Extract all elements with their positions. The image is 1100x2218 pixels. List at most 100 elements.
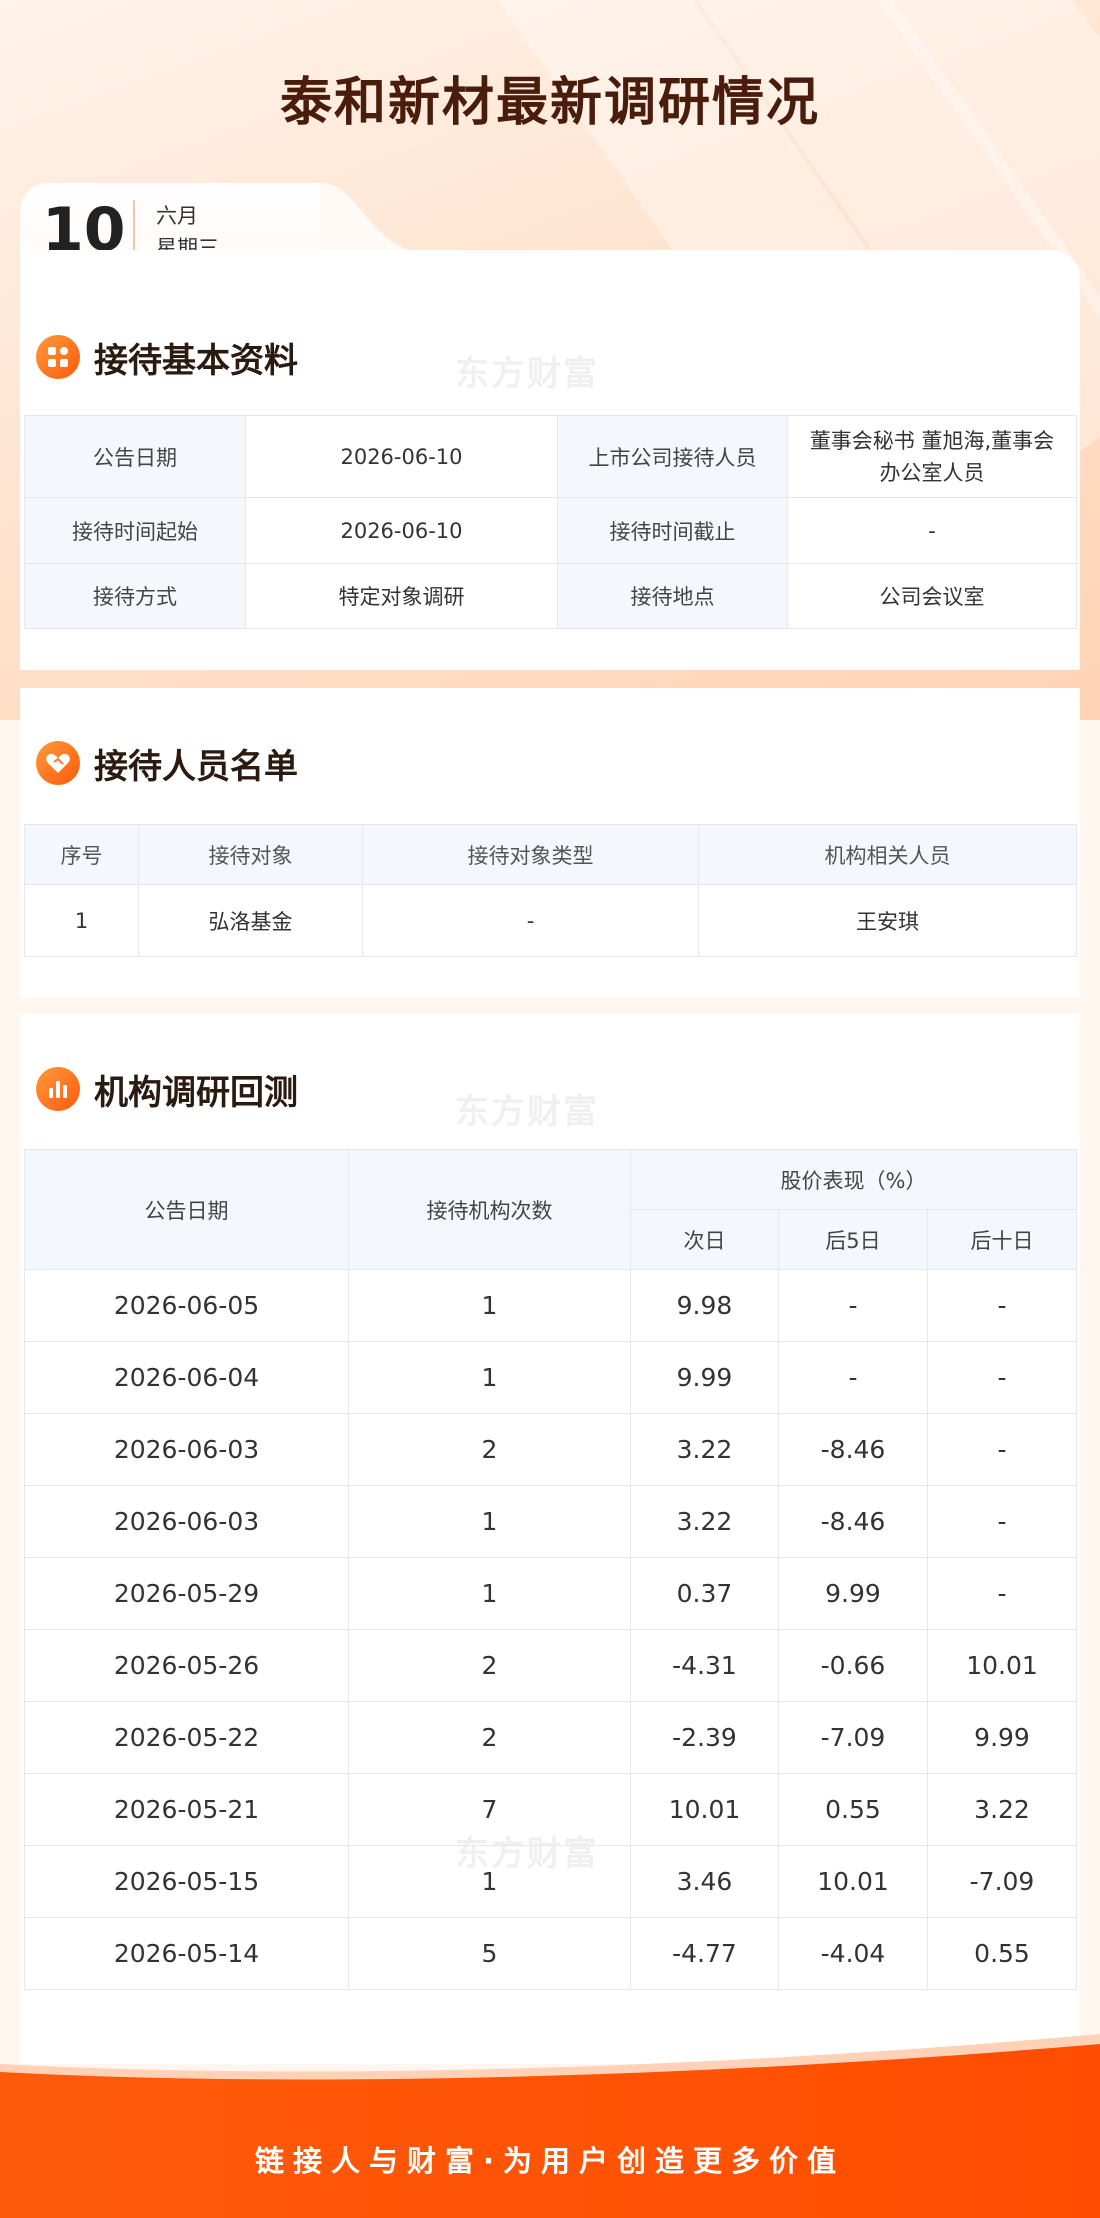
table-row: 2026-05-22 2 -2.39 -7.09 9.99 [24, 1701, 1078, 1774]
backtest-card: 机构调研回测 东方财富 东方财富 公告日期 接待机构次数 股价表现（%） 次日 … [20, 1014, 1080, 2064]
cell-date: 2026-06-04 [24, 1341, 349, 1414]
col-institution-person: 机构相关人员 [698, 824, 1077, 885]
footer-banner [0, 2034, 1100, 2218]
value-start-time: 2026-06-10 [245, 497, 558, 564]
cell-next-day: 10.01 [630, 1773, 779, 1846]
cell-after-5-days: -8.46 [778, 1485, 928, 1558]
value-reception-method: 特定对象调研 [245, 563, 558, 629]
cell-date: 2026-05-15 [24, 1845, 349, 1918]
table-row: 接待方式 特定对象调研 接待地点 公司会议室 [24, 563, 1077, 629]
cell-after-5-days: 0.55 [778, 1773, 928, 1846]
staff-list-title: 接待人员名单 [94, 746, 298, 787]
cell-next-day: 0.37 [630, 1557, 779, 1630]
page-title: 泰和新材最新调研情况 [279, 73, 820, 133]
label-reception-staff: 上市公司接待人员 [557, 415, 788, 498]
table-row: 2026-06-05 1 9.98- - [24, 1269, 1078, 1342]
watermark: 东方财富 [455, 1092, 599, 1132]
cell-index: 1 [24, 884, 139, 957]
table-row: 2026-05-26 2 -4.31 -0.66 10.01 [24, 1629, 1078, 1702]
col-visitor-type: 接待对象类型 [362, 824, 699, 885]
cell-after-5-days: - [778, 1269, 928, 1342]
cell-next-day: 3.22 [630, 1413, 779, 1486]
basic-info-card: 接待基本资料 东方财富 公告日期 2026-06-10 上市公司接待人员 董事会… [20, 250, 1080, 670]
cell-date: 2026-05-22 [24, 1701, 349, 1774]
label-announce-date: 公告日期 [24, 415, 246, 498]
cell-count: 1 [348, 1269, 631, 1342]
cell-count: 1 [348, 1845, 631, 1918]
cell-date: 2026-05-21 [24, 1773, 349, 1846]
table-row: 2026-05-29 1 0.37 9.99- [24, 1557, 1078, 1630]
value-reception-staff: 董事会秘书 董旭海,董事会办公室人员 [787, 415, 1077, 498]
cell-date: 2026-05-14 [24, 1917, 349, 1990]
cell-date: 2026-05-26 [24, 1629, 349, 1702]
cell-after-10-days: - [926, 1413, 1078, 1486]
staff-list-header: 接待人员名单 [36, 738, 298, 788]
basic-info-title: 接待基本资料 [94, 340, 298, 381]
cell-date: 2026-06-03 [24, 1485, 349, 1558]
backtest-header: 机构调研回测 [36, 1064, 298, 1114]
cell-count: 5 [348, 1917, 631, 1990]
basic-info-header: 接待基本资料 [36, 332, 298, 382]
cell-after-10-days: - [926, 1269, 1078, 1342]
cell-count: 1 [348, 1341, 631, 1414]
staff-list-card: 接待人员名单 序号 接待对象 接待对象类型 机构相关人员 1 弘洛基金 - 王安… [20, 688, 1080, 998]
cell-date: 2026-06-05 [24, 1269, 349, 1342]
cell-after-10-days: 9.99 [926, 1701, 1078, 1774]
value-announce-date: 2026-06-10 [245, 415, 558, 498]
cell-after-10-days: - [926, 1341, 1078, 1414]
cell-after-10-days: - [926, 1557, 1078, 1630]
col-index: 序号 [24, 824, 139, 885]
cell-after-10-days: -7.09 [926, 1845, 1078, 1918]
backtest-table: 公告日期 接待机构次数 股价表现（%） 次日 后5日 后十日 2026-06-0… [24, 1149, 1078, 1990]
label-reception-location: 接待地点 [557, 563, 788, 629]
cell-count: 7 [348, 1773, 631, 1846]
table-header-row: 公告日期 接待机构次数 股价表现（%） [24, 1149, 1078, 1270]
cell-after-5-days: -8.46 [778, 1413, 928, 1486]
cell-after-5-days: -7.09 [778, 1701, 928, 1774]
grid-icon [36, 335, 80, 379]
handshake-icon [36, 741, 80, 785]
col-after-5-days: 后5日 [778, 1209, 928, 1270]
value-end-time: - [787, 497, 1077, 564]
date-month: 六月 [156, 204, 198, 228]
table-row: 2026-05-14 5 -4.77 -4.04 0.55 [24, 1917, 1078, 1990]
staff-table: 序号 接待对象 接待对象类型 机构相关人员 1 弘洛基金 - 王安琪 [24, 824, 1077, 957]
cell-next-day: -4.77 [630, 1917, 779, 1990]
label-end-time: 接待时间截止 [557, 497, 788, 564]
cell-next-day: 9.99 [630, 1341, 779, 1414]
cell-count: 1 [348, 1485, 631, 1558]
col-visit-count: 接待机构次数 [348, 1149, 631, 1270]
cell-after-5-days: -4.04 [778, 1917, 928, 1990]
cell-after-5-days: 9.99 [778, 1557, 928, 1630]
cell-after-10-days: 10.01 [926, 1629, 1078, 1702]
cell-count: 1 [348, 1557, 631, 1630]
table-row: 1 弘洛基金 - 王安琪 [24, 884, 1077, 957]
col-price-performance: 股价表现（%） [629, 1149, 1078, 1210]
cell-next-day: 3.46 [630, 1845, 779, 1918]
cell-visitor: 弘洛基金 [138, 884, 363, 957]
table-row: 2026-05-21 7 10.01 0.55 3.22 [24, 1773, 1078, 1846]
table-row: 接待时间起始 2026-06-10 接待时间截止 - [24, 497, 1077, 564]
cell-after-10-days: 0.55 [926, 1917, 1078, 1990]
cell-date: 2026-05-29 [24, 1557, 349, 1630]
backtest-title: 机构调研回测 [94, 1072, 298, 1113]
cell-next-day: 9.98 [630, 1269, 779, 1342]
table-row: 2026-06-04 1 9.99- - [24, 1341, 1078, 1414]
basic-info-table: 公告日期 2026-06-10 上市公司接待人员 董事会秘书 董旭海,董事会办公… [24, 415, 1077, 629]
cell-after-5-days: -0.66 [778, 1629, 928, 1702]
footer-slogan: 链接人与财富·为用户创造更多价值 [254, 2144, 846, 2178]
cell-next-day: -4.31 [630, 1629, 779, 1702]
backtest-body: 2026-06-05 1 9.98- -2026-06-04 1 9.99- -2026-0… [24, 1269, 1078, 1990]
watermark: 东方财富 [455, 354, 599, 394]
table-header-row: 序号 接待对象 接待对象类型 机构相关人员 [24, 824, 1077, 885]
cell-after-5-days: 10.01 [778, 1845, 928, 1918]
cell-count: 2 [348, 1413, 631, 1486]
cell-after-10-days: - [926, 1485, 1078, 1558]
cell-visitor-type: - [362, 884, 699, 957]
value-reception-location: 公司会议室 [787, 563, 1077, 629]
label-start-time: 接待时间起始 [24, 497, 246, 564]
table-row: 2026-06-03 1 3.22 -8.46- [24, 1485, 1078, 1558]
col-visitor: 接待对象 [138, 824, 363, 885]
col-after-10-days: 后十日 [926, 1209, 1078, 1270]
cell-next-day: -2.39 [630, 1701, 779, 1774]
